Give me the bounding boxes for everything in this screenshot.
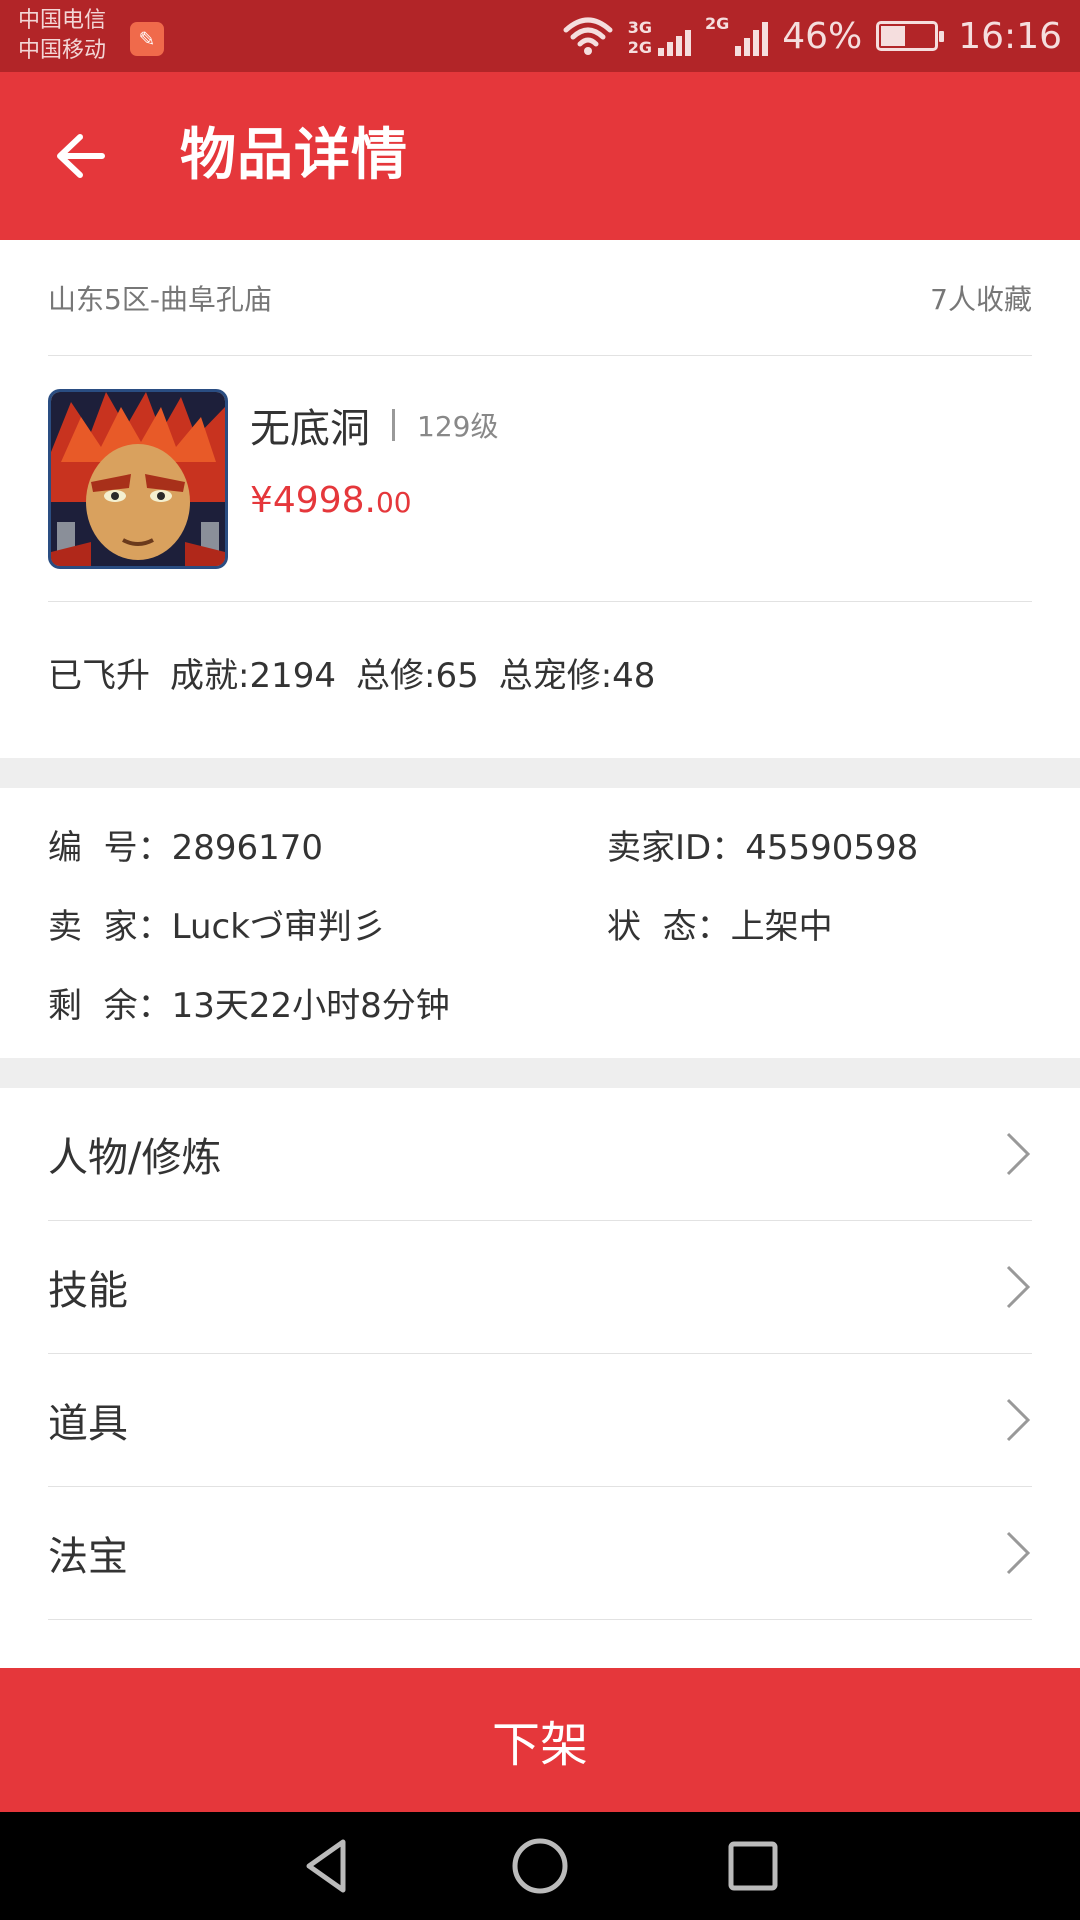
nav-recents-button[interactable] <box>713 1826 793 1906</box>
item-number: 编 号：2896170 <box>48 828 324 868</box>
nav-home-button[interactable] <box>500 1826 580 1906</box>
menu-item-skills[interactable]: 技能 <box>48 1221 1032 1354</box>
delist-button[interactable]: 下架 <box>0 1668 1080 1812</box>
trade-details: 编 号：2896170 卖家ID：45590598 卖 家：Luckづ审判彡 状… <box>0 788 1080 1026</box>
battery-icon <box>876 21 945 51</box>
menu-item-character[interactable]: 人物/修炼 <box>48 1088 1032 1221</box>
character-stats: 已飞升 成就:2194 总修:65 总宠修:48 <box>48 602 1032 742</box>
nav-back-button[interactable] <box>287 1826 367 1906</box>
carrier-info: 中国电信 中国移动 <box>18 6 106 66</box>
favorites-count: 7人收藏 <box>930 282 1032 316</box>
clock: 16:16 <box>958 15 1062 57</box>
stat-total-cultivation: 总修:65 <box>355 655 479 696</box>
menu-item-treasures[interactable]: 法宝 <box>48 1487 1032 1620</box>
item-price: ¥4998.00 <box>250 480 412 521</box>
wifi-icon <box>563 17 613 55</box>
character-avatar <box>48 388 228 569</box>
system-nav-bar <box>0 1812 1080 1920</box>
app-bar: 物品详情 <box>0 72 1080 240</box>
notification-app-icon: ✎ <box>130 22 164 56</box>
name-divider <box>392 409 395 441</box>
section-divider <box>0 758 1080 788</box>
stat-ascended: 已飞升 <box>48 655 150 696</box>
signal-2-icon: 2G <box>705 16 769 56</box>
chevron-right-icon <box>1006 1398 1031 1442</box>
stat-achievement: 成就:2194 <box>170 655 336 696</box>
item-detail-content: 山东5区-曲阜孔庙 7人收藏 无底洞 129级 ¥4998.00 已飞升 成就:… <box>0 240 1080 1620</box>
arrow-left-icon <box>57 134 105 178</box>
seller-name: 卖 家：Luckづ审判彡 <box>48 907 386 947</box>
back-button[interactable] <box>48 124 112 188</box>
circle-home-icon <box>512 1838 568 1894</box>
section-divider <box>0 1058 1080 1088</box>
triangle-back-icon <box>306 1839 346 1893</box>
carrier-1: 中国电信 <box>18 8 107 33</box>
signal-1-icon: 3G 2G <box>628 16 691 56</box>
chevron-right-icon <box>1006 1531 1031 1575</box>
square-recents-icon <box>728 1841 778 1891</box>
chevron-right-icon <box>1006 1265 1031 1309</box>
listing-status: 状 态：上架中 <box>607 907 833 947</box>
detail-menu: 人物/修炼 技能 道具 法宝 <box>0 1088 1080 1620</box>
item-summary: 无底洞 129级 ¥4998.00 <box>48 356 1032 602</box>
page-title: 物品详情 <box>180 123 408 188</box>
character-name: 无底洞 <box>250 406 370 452</box>
status-bar: 中国电信 中国移动 ✎ 3G 2G 2G 46% 16:16 <box>0 0 1080 72</box>
menu-item-items[interactable]: 道具 <box>48 1354 1032 1487</box>
carrier-2: 中国移动 <box>18 38 107 63</box>
seller-id: 卖家ID：45590598 <box>607 828 919 868</box>
server-name: 山东5区-曲阜孔庙 <box>48 282 272 316</box>
remaining-time: 剩 余：13天22小时8分钟 <box>48 986 450 1026</box>
stat-pet-cultivation: 总宠修:48 <box>498 655 656 696</box>
chevron-right-icon <box>1006 1132 1031 1176</box>
battery-percent: 46% <box>782 15 863 57</box>
server-row: 山东5区-曲阜孔庙 7人收藏 <box>48 240 1032 356</box>
character-level: 129级 <box>417 410 499 443</box>
